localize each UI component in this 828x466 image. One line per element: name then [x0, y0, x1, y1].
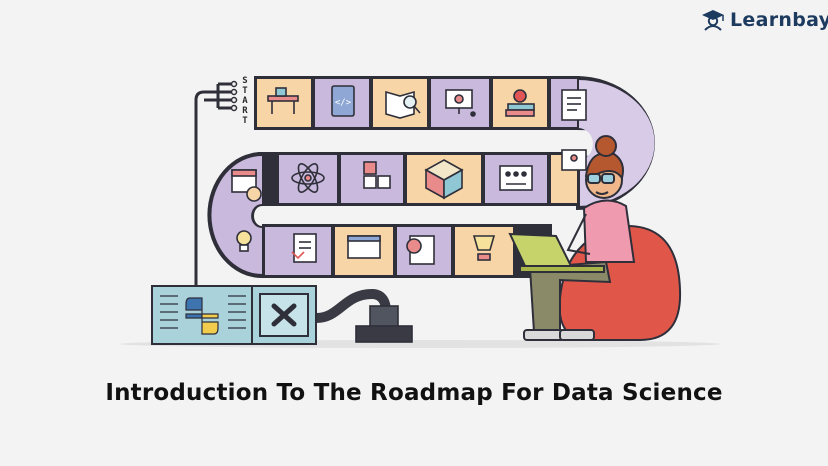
notebook-icon [561, 89, 587, 121]
video-call-icon [561, 149, 587, 171]
code-book-icon: </> [331, 85, 355, 117]
start-letter: T [242, 116, 248, 126]
page-title: Introduction To The Roadmap For Data Sci… [105, 380, 723, 406]
a-plus-grade-icon [406, 235, 435, 265]
start-letter: R [242, 106, 248, 116]
start-letter: S [242, 76, 248, 86]
row1-tiles [255, 77, 579, 129]
dashboard-icon [499, 165, 533, 191]
hose-plug [355, 305, 413, 343]
browser-window-icon [347, 235, 381, 259]
svg-text:</>: </> [335, 98, 352, 108]
roadmap-illustration: </> [120, 76, 720, 348]
download-doc-icon [291, 233, 317, 263]
start-letter: A [242, 96, 248, 106]
start-letter: T [242, 86, 248, 96]
start-label: S T A R T [240, 76, 250, 126]
